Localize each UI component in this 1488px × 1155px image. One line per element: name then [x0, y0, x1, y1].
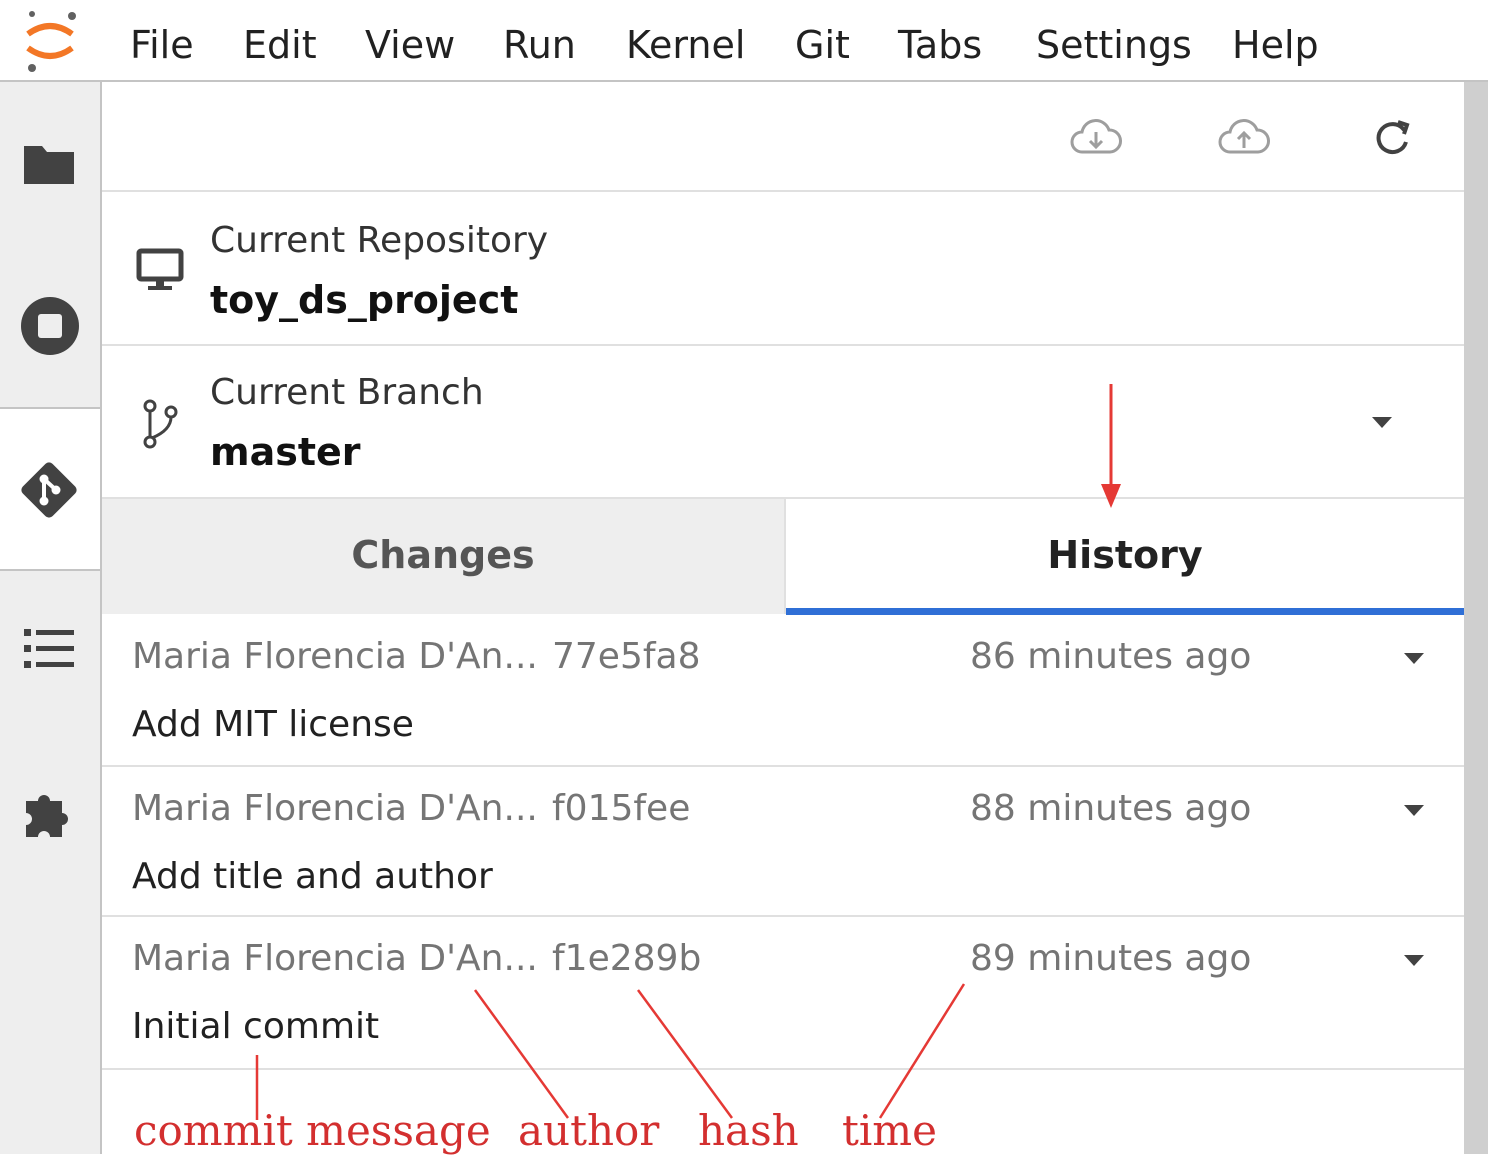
repository-label: Current Repository: [210, 220, 549, 261]
commit-message: Initial commit: [132, 1006, 380, 1047]
refresh-icon: [1376, 120, 1410, 155]
chevron-down-icon[interactable]: [1370, 414, 1394, 430]
annotation-commit-message: commit message: [134, 1106, 491, 1155]
table-of-contents-tab[interactable]: [0, 571, 100, 735]
annotation-author: author: [518, 1106, 660, 1155]
commit-author: Maria Florencia D'An...: [132, 636, 538, 677]
commit-message: Add title and author: [132, 856, 493, 897]
commit-author: Maria Florencia D'An...: [132, 938, 538, 979]
menu-kernel[interactable]: Kernel: [626, 22, 745, 68]
menu-file[interactable]: File: [130, 22, 194, 68]
menu-run[interactable]: Run: [503, 22, 576, 68]
menu-edit[interactable]: Edit: [243, 22, 317, 68]
running-icon: [21, 297, 79, 355]
branch-name: master: [210, 430, 361, 474]
repository-name: toy_ds_project: [210, 278, 519, 322]
file-browser-tab[interactable]: [0, 82, 100, 244]
jupyter-logo-icon[interactable]: [14, 4, 86, 76]
toc-icon: [24, 629, 74, 668]
menu-help[interactable]: Help: [1232, 22, 1319, 68]
divider: [102, 765, 1464, 767]
divider: [102, 1068, 1464, 1070]
pull-button[interactable]: [1068, 110, 1124, 166]
tab-history[interactable]: History: [784, 499, 1464, 614]
cloud-upload-icon: [1218, 119, 1270, 154]
commit-message: Add MIT license: [132, 704, 414, 745]
annotation-time: time: [842, 1106, 937, 1155]
divider: [102, 915, 1464, 917]
push-button[interactable]: [1216, 110, 1272, 166]
commit-time: 86 minutes ago: [970, 636, 1252, 677]
commit-hash: f1e289b: [552, 938, 702, 979]
menu-git[interactable]: Git: [795, 22, 850, 68]
refresh-button[interactable]: [1364, 110, 1420, 166]
folder-icon: [24, 146, 74, 184]
running-sessions-tab[interactable]: [0, 244, 100, 406]
commit-hash: 77e5fa8: [552, 636, 701, 677]
git-panel: Current Repository toy_ds_project Curren…: [102, 82, 1464, 1154]
active-tab-indicator: [786, 608, 1464, 615]
annotation-hash: hash: [698, 1106, 799, 1155]
left-sidebar: [0, 82, 102, 1154]
branch-icon: [143, 399, 178, 449]
desktop-icon: [136, 248, 184, 290]
menu-settings[interactable]: Settings: [1036, 22, 1192, 68]
commit-hash: f015fee: [552, 788, 691, 829]
extension-icon: [26, 795, 68, 837]
git-icon: [21, 462, 77, 518]
branch-section[interactable]: Current Branch master: [102, 346, 1464, 498]
branch-label: Current Branch: [210, 372, 484, 413]
scrollbar[interactable]: [1464, 82, 1488, 1154]
tab-changes[interactable]: Changes: [102, 499, 784, 614]
commit-time: 88 minutes ago: [970, 788, 1252, 829]
commit-row[interactable]: Maria Florencia D'An... f015fee 88 minut…: [102, 768, 1464, 918]
git-tab[interactable]: [0, 407, 102, 571]
commit-row[interactable]: Maria Florencia D'An... f1e289b 89 minut…: [102, 918, 1464, 1068]
chevron-down-icon[interactable]: [1402, 648, 1426, 668]
menu-view[interactable]: View: [365, 22, 455, 68]
commit-row[interactable]: Maria Florencia D'An... 77e5fa8 86 minut…: [102, 616, 1464, 766]
cloud-download-icon: [1070, 119, 1122, 154]
menu-bar: File Edit View Run Kernel Git Tabs Setti…: [0, 0, 1488, 82]
repository-section[interactable]: Current Repository toy_ds_project: [102, 192, 1464, 344]
chevron-down-icon[interactable]: [1402, 800, 1426, 820]
chevron-down-icon[interactable]: [1402, 950, 1426, 970]
menu-tabs[interactable]: Tabs: [898, 22, 982, 68]
commit-author: Maria Florencia D'An...: [132, 788, 538, 829]
extension-manager-tab[interactable]: [0, 735, 100, 895]
commit-time: 89 minutes ago: [970, 938, 1252, 979]
